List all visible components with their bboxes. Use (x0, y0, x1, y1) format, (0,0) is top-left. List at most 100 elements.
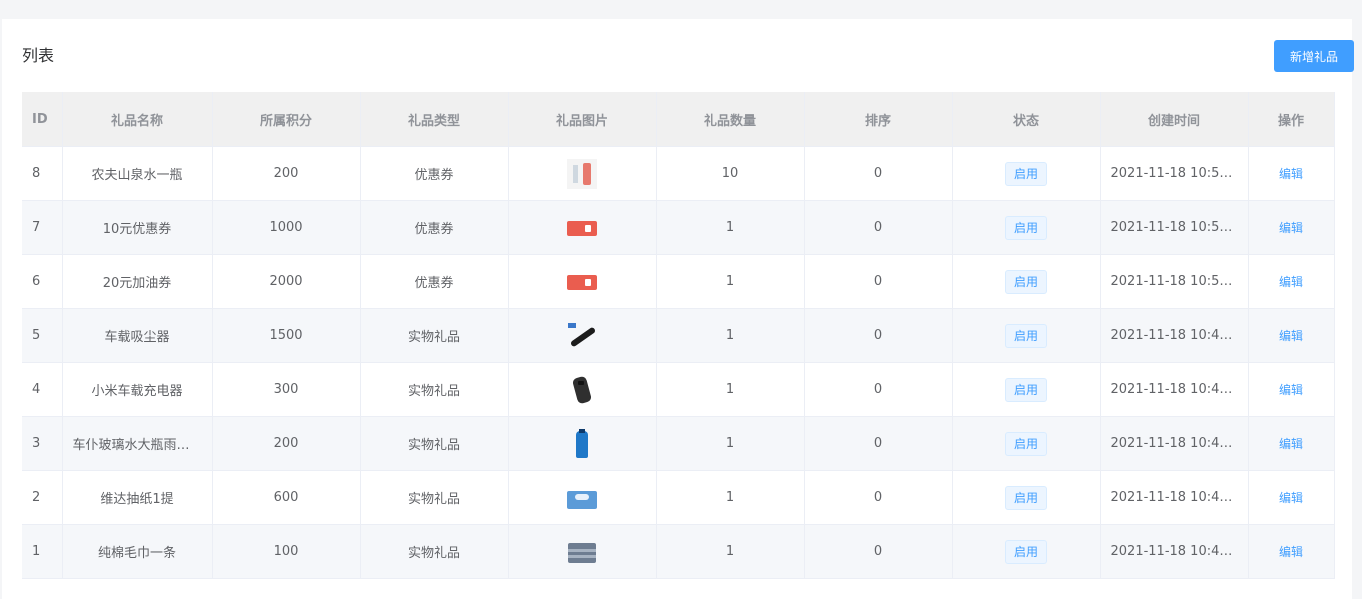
cell-id: 1 (22, 524, 63, 579)
cell-actions: 编辑 (1248, 416, 1335, 471)
cell-status: 启用 (952, 362, 1101, 417)
cell-image (508, 362, 657, 417)
column-header-name: 礼品名称 (62, 92, 213, 147)
table-row: 8 农夫山泉水一瓶 200 优惠券 10 0 启用 2021-11-18 10:… (22, 146, 1335, 201)
cell-name: 小米车载充电器 (62, 362, 213, 417)
cell-sort: 0 (804, 470, 953, 525)
cell-type: 优惠券 (360, 254, 509, 309)
status-badge: 启用 (1004, 431, 1047, 456)
add-gift-button[interactable]: 新增礼品 (1274, 40, 1354, 72)
cell-type: 实物礼品 (360, 470, 509, 525)
cell-name: 10元优惠券 (62, 200, 213, 255)
tissue-image[interactable] (567, 483, 597, 513)
cell-created: 2021-11-18 10:51:00 (1100, 254, 1249, 309)
cell-points: 2000 (212, 254, 361, 309)
edit-link[interactable]: 编辑 (1279, 437, 1303, 451)
coupon-image[interactable] (567, 267, 597, 297)
table-row: 1 纯棉毛巾一条 100 实物礼品 1 0 启用 2021-11-18 10:4… (22, 524, 1335, 579)
cell-created: 2021-11-18 10:45:00 (1100, 524, 1249, 579)
column-header-quantity: 礼品数量 (656, 92, 805, 147)
cell-sort: 0 (804, 200, 953, 255)
cell-quantity: 1 (656, 200, 805, 255)
cell-status: 启用 (952, 146, 1101, 201)
edit-link[interactable]: 编辑 (1279, 167, 1303, 181)
cell-name: 维达抽纸1提 (62, 470, 213, 525)
cell-sort: 0 (804, 254, 953, 309)
cell-type: 实物礼品 (360, 416, 509, 471)
cell-quantity: 1 (656, 524, 805, 579)
cell-status: 启用 (952, 254, 1101, 309)
gift-table: ID 礼品名称 所属积分 礼品类型 礼品图片 礼品数量 排序 状态 创建时间 操… (22, 92, 1335, 579)
edit-link[interactable]: 编辑 (1279, 545, 1303, 559)
cell-status: 启用 (952, 308, 1101, 363)
cell-quantity: 10 (656, 146, 805, 201)
list-title: 列表 (22, 46, 55, 65)
coupon-image[interactable] (567, 213, 597, 243)
cell-created: 2021-11-18 10:46:00 (1100, 416, 1249, 471)
edit-link[interactable]: 编辑 (1279, 383, 1303, 397)
cell-quantity: 1 (656, 308, 805, 363)
cell-created: 2021-11-18 10:52:00 (1100, 200, 1249, 255)
cell-id: 5 (22, 308, 63, 363)
washer-fluid-image[interactable] (567, 428, 597, 459)
cell-sort: 0 (804, 362, 953, 417)
cell-image (508, 254, 657, 309)
table-row: 4 小米车载充电器 300 实物礼品 1 0 启用 2021-11-18 10:… (22, 362, 1335, 417)
towel-image[interactable] (567, 537, 597, 567)
cell-actions: 编辑 (1248, 362, 1335, 417)
cell-status: 启用 (952, 470, 1101, 525)
column-header-id: ID (22, 92, 63, 147)
edit-link[interactable]: 编辑 (1279, 329, 1303, 343)
edit-link[interactable]: 编辑 (1279, 491, 1303, 505)
cell-quantity: 1 (656, 470, 805, 525)
cell-points: 300 (212, 362, 361, 417)
cell-sort: 0 (804, 146, 953, 201)
cell-quantity: 1 (656, 362, 805, 417)
cell-image (508, 416, 657, 471)
column-header-created: 创建时间 (1100, 92, 1249, 147)
cell-points: 1500 (212, 308, 361, 363)
cell-type: 实物礼品 (360, 362, 509, 417)
bottle-chart-image[interactable] (567, 158, 597, 189)
column-header-points: 所属积分 (212, 92, 361, 147)
status-badge: 启用 (1004, 269, 1047, 294)
column-header-image: 礼品图片 (508, 92, 657, 147)
cell-quantity: 1 (656, 254, 805, 309)
cell-sort: 0 (804, 416, 953, 471)
edit-link[interactable]: 编辑 (1279, 275, 1303, 289)
cell-id: 7 (22, 200, 63, 255)
cell-id: 8 (22, 146, 63, 201)
cell-created: 2021-11-18 10:46:00 (1100, 470, 1249, 525)
cell-actions: 编辑 (1248, 200, 1335, 255)
cell-sort: 0 (804, 308, 953, 363)
table-row: 5 车载吸尘器 1500 实物礼品 1 0 启用 2021-11-18 10:4… (22, 308, 1335, 363)
edit-link[interactable]: 编辑 (1279, 221, 1303, 235)
column-header-sort: 排序 (804, 92, 953, 147)
cell-type: 优惠券 (360, 146, 509, 201)
cell-created: 2021-11-18 10:48:00 (1100, 308, 1249, 363)
status-badge: 启用 (1004, 215, 1047, 240)
cell-image (508, 146, 657, 201)
cell-actions: 编辑 (1248, 308, 1335, 363)
table-row: 7 10元优惠券 1000 优惠券 1 0 启用 2021-11-18 10:5… (22, 200, 1335, 255)
cell-image (508, 524, 657, 579)
table-row: 2 维达抽纸1提 600 实物礼品 1 0 启用 2021-11-18 10:4… (22, 470, 1335, 525)
cell-sort: 0 (804, 524, 953, 579)
column-header-status: 状态 (952, 92, 1101, 147)
cell-name: 车仆玻璃水大瓶雨刮精 (62, 416, 213, 471)
status-badge: 启用 (1004, 323, 1047, 348)
cell-id: 2 (22, 470, 63, 525)
status-badge: 启用 (1004, 539, 1047, 564)
cell-quantity: 1 (656, 416, 805, 471)
cell-actions: 编辑 (1248, 254, 1335, 309)
cell-id: 6 (22, 254, 63, 309)
cell-actions: 编辑 (1248, 146, 1335, 201)
cell-actions: 编辑 (1248, 470, 1335, 525)
cell-points: 1000 (212, 200, 361, 255)
table-row: 6 20元加油券 2000 优惠券 1 0 启用 2021-11-18 10:5… (22, 254, 1335, 309)
vacuum-image[interactable] (567, 321, 597, 351)
charger-image[interactable] (567, 375, 597, 405)
cell-status: 启用 (952, 524, 1101, 579)
cell-image (508, 470, 657, 525)
cell-id: 4 (22, 362, 63, 417)
